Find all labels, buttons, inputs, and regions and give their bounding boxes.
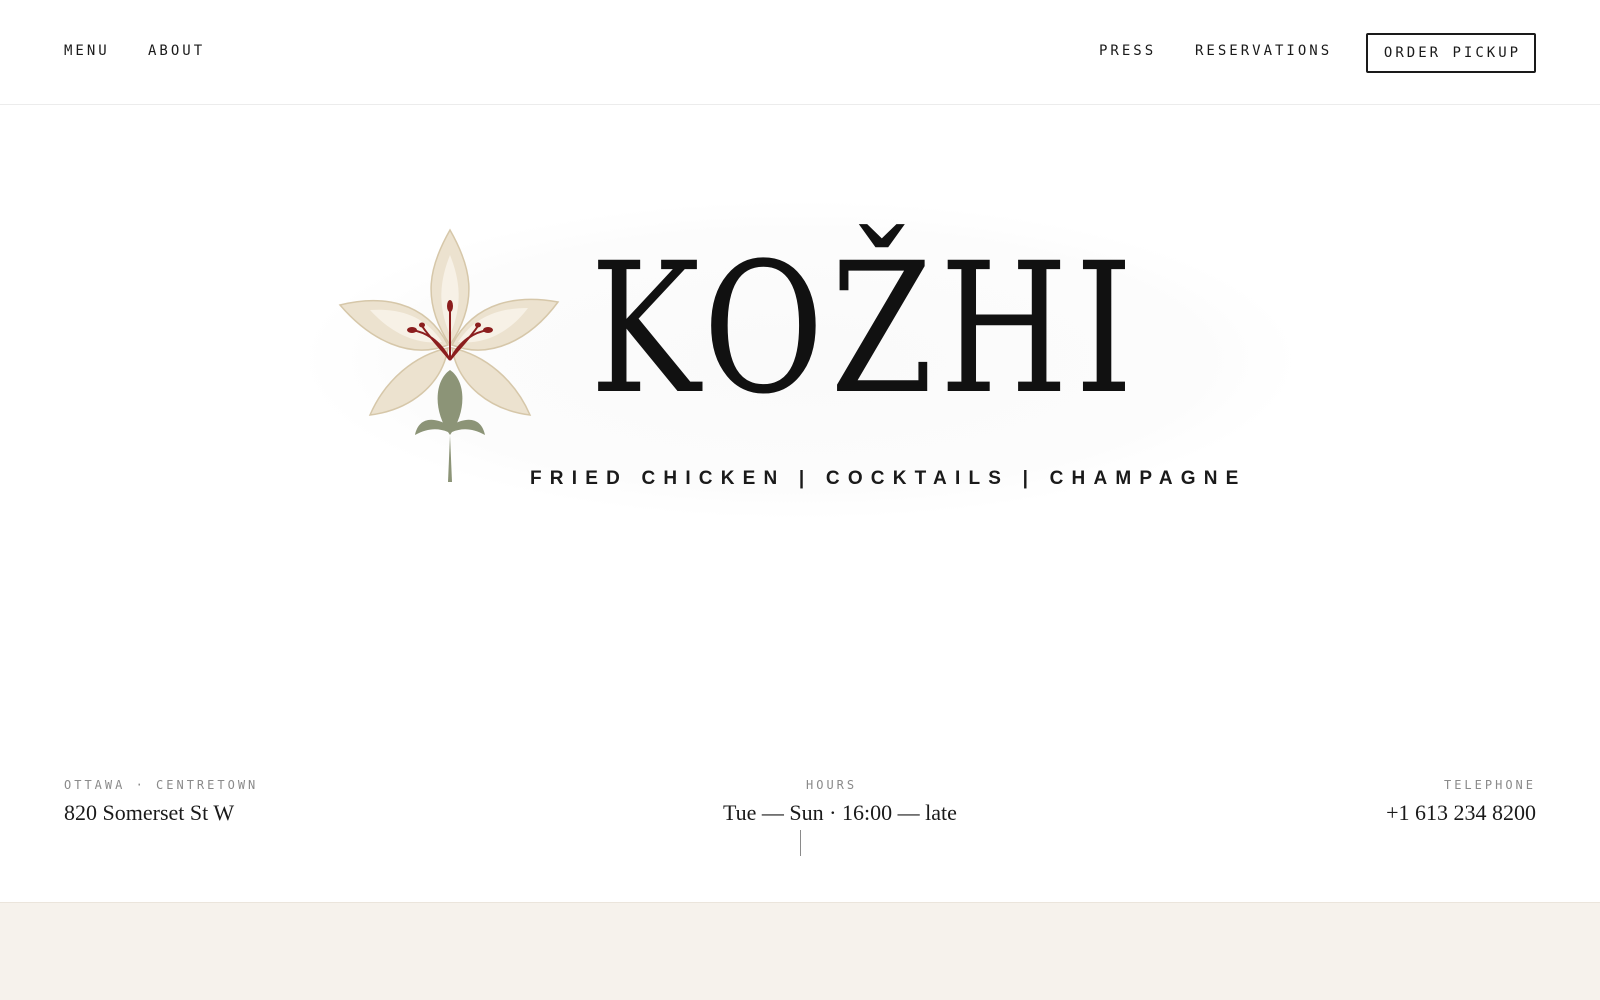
- brand-tagline: FRIED CHICKEN | COCKTAILS | CHAMPAGNE: [530, 468, 1247, 489]
- nav-menu-link[interactable]: MENU: [64, 43, 110, 59]
- brand-wordmark: KOŽHI: [590, 225, 1140, 434]
- hours-value: Tue — Sun · 16:00 — late: [723, 800, 957, 825]
- order-pickup-button[interactable]: ORDER PICKUP: [1366, 33, 1536, 73]
- nav-reservations-link[interactable]: RESERVATIONS: [1195, 43, 1332, 59]
- nav-about-link[interactable]: ABOUT: [148, 43, 205, 59]
- phone-value[interactable]: +1 613 234 8200: [1386, 800, 1536, 826]
- nav-press-link[interactable]: PRESS: [1099, 43, 1156, 59]
- top-navigation: MENU ABOUT PRESS RESERVATIONS ORDER PICK…: [0, 0, 1600, 105]
- telephone-label: TELEPHONE: [1443, 778, 1536, 792]
- lily-flower-logo-icon: [338, 228, 560, 482]
- hours-label: HOURS: [806, 778, 858, 792]
- location-label: OTTAWA · CENTRETOWN: [64, 778, 259, 792]
- next-section-band: [0, 902, 1600, 1000]
- address-value[interactable]: 820 Somerset St W: [64, 800, 234, 826]
- scroll-indicator-icon: [800, 830, 801, 856]
